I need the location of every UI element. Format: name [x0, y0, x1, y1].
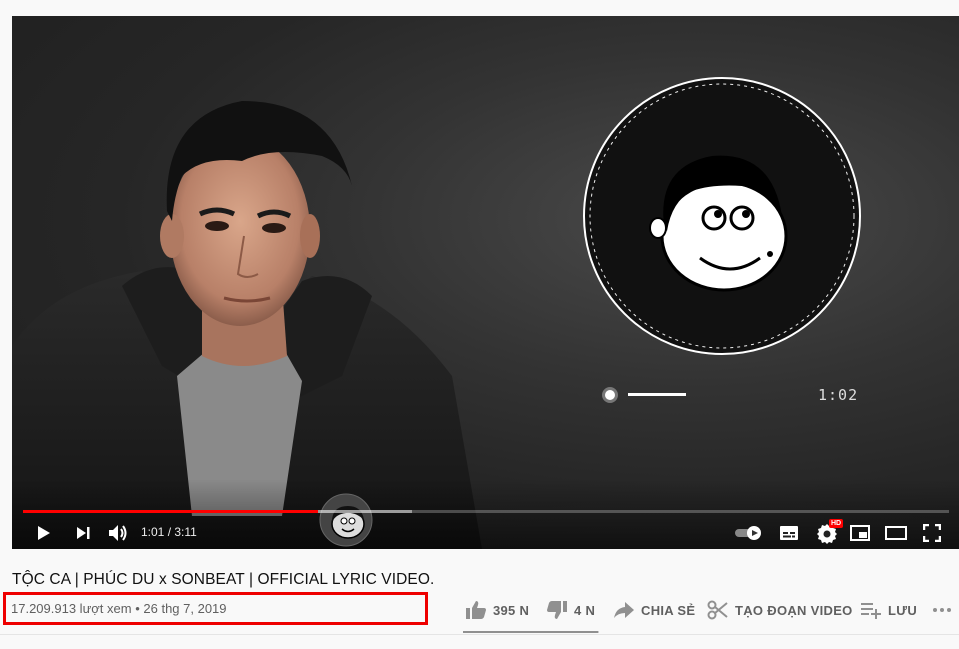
more-actions-button[interactable]	[932, 598, 952, 622]
like-count: 395 N	[493, 602, 530, 618]
info-divider	[0, 634, 959, 635]
highlight-annotation	[3, 592, 428, 625]
visualizer-progress	[602, 387, 686, 403]
theater-mode-button[interactable]	[882, 521, 910, 545]
clip-label: TẠO ĐOẠN VIDEO	[735, 602, 853, 618]
time-display: 1:01 / 3:11	[141, 525, 197, 539]
next-icon	[77, 527, 90, 539]
artist-image	[12, 101, 482, 549]
dislike-count: 4 N	[574, 602, 596, 618]
scissors-icon	[707, 600, 728, 620]
youtube-watch-page: 1:02 1:01 / 3:11 HD TỘC CA | PHÚC DU x S…	[0, 0, 959, 649]
next-button[interactable]	[70, 521, 96, 545]
video-player[interactable]: 1:02 1:01 / 3:11 HD	[12, 16, 959, 549]
sentiment-like-portion	[463, 631, 598, 633]
autoplay-toggle[interactable]	[732, 521, 766, 545]
channel-watermark[interactable]	[318, 492, 374, 548]
like-icon	[466, 601, 486, 619]
play-button[interactable]	[30, 521, 56, 545]
like-button[interactable]: 395 N	[465, 598, 529, 622]
fullscreen-icon	[923, 524, 941, 542]
more-icon	[933, 608, 951, 612]
progress-played	[23, 510, 319, 513]
miniplayer-icon	[850, 525, 870, 541]
subtitles-icon	[780, 526, 798, 540]
dislike-button[interactable]: 4 N	[546, 598, 595, 622]
sentiment-bar	[463, 631, 599, 633]
create-clip-button[interactable]: TẠO ĐOẠN VIDEO	[707, 598, 853, 622]
save-label: LƯU	[888, 602, 918, 618]
fullscreen-button[interactable]	[919, 521, 945, 545]
settings-button[interactable]: HD	[812, 519, 844, 545]
hd-badge: HD	[829, 519, 844, 528]
volume-icon	[109, 525, 127, 541]
dislike-icon	[547, 601, 567, 619]
autoplay-toggle-icon	[735, 526, 761, 540]
play-icon	[38, 526, 50, 540]
subtitles-button[interactable]	[776, 521, 802, 545]
in-video-timer: 1:02	[818, 386, 859, 404]
progress-bar[interactable]	[23, 510, 949, 513]
miniplayer-button[interactable]	[847, 521, 873, 545]
share-icon	[614, 602, 634, 618]
mute-button[interactable]	[105, 521, 131, 545]
save-button[interactable]: LƯU	[860, 598, 917, 622]
share-button[interactable]: CHIA SẺ	[613, 598, 695, 622]
video-title: TỘC CA | PHÚC DU x SONBEAT | OFFICIAL LY…	[12, 571, 435, 588]
playlist-add-icon	[861, 603, 881, 619]
audio-visualizer	[583, 77, 861, 355]
share-label: CHIA SẺ	[641, 602, 696, 618]
theater-icon	[885, 526, 907, 540]
